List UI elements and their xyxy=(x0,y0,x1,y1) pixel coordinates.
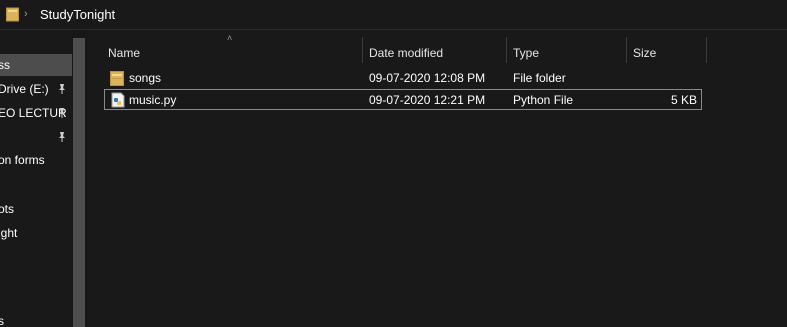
file-explorer-window: › StudyTonight ss Drive (E:) EO LECTUR o… xyxy=(0,0,787,327)
nav-item-forms[interactable]: on forms xyxy=(0,149,72,171)
column-divider[interactable] xyxy=(706,37,707,63)
nav-item-label: Drive (E:) xyxy=(0,82,49,96)
breadcrumb-studytonight[interactable]: StudyTonight xyxy=(40,7,115,22)
nav-item-screenshots[interactable]: ots xyxy=(0,198,72,220)
column-divider[interactable] xyxy=(506,37,507,63)
nav-item-label: ss xyxy=(0,58,10,72)
nav-item-label: on forms xyxy=(0,153,45,167)
file-size: 5 KB xyxy=(670,93,697,107)
file-name: music.py xyxy=(129,93,177,107)
file-row-songs[interactable]: songs 09-07-2020 12:08 PM File folder xyxy=(104,68,702,89)
column-header-date-modified[interactable]: Date modified xyxy=(369,43,443,63)
folder-icon xyxy=(6,7,19,22)
file-type: File folder xyxy=(513,71,566,85)
file-name: songs xyxy=(129,71,162,85)
address-bar[interactable]: › StudyTonight xyxy=(0,0,787,30)
python-file-icon xyxy=(111,92,125,108)
nav-item-video-lecture[interactable]: EO LECTUR xyxy=(0,102,72,124)
column-divider[interactable] xyxy=(626,37,627,63)
nav-item-label: ots xyxy=(0,202,15,216)
nav-item-bottom[interactable]: s xyxy=(0,310,72,327)
nav-item-quick-access[interactable]: ss xyxy=(0,54,72,76)
file-row-music-py[interactable]: music.py 09-07-2020 12:21 PM Python File… xyxy=(104,89,702,110)
nav-item-drive-e[interactable]: Drive (E:) xyxy=(0,78,72,100)
column-header-type[interactable]: Type xyxy=(513,43,539,63)
nav-item-label: s xyxy=(0,314,4,327)
file-date-modified: 09-07-2020 12:21 PM xyxy=(369,93,486,107)
nav-scrollbar-thumb[interactable] xyxy=(73,38,85,327)
column-header-name[interactable]: Name xyxy=(108,43,140,63)
file-list: ˄ Name Date modified Type Size songs 09-… xyxy=(90,30,787,327)
column-divider[interactable] xyxy=(362,37,363,63)
chevron-right-icon[interactable]: › xyxy=(24,8,28,20)
nav-item-pinned[interactable] xyxy=(0,126,72,148)
folder-icon xyxy=(110,71,124,86)
column-header-size[interactable]: Size xyxy=(633,43,656,63)
file-type: Python File xyxy=(513,93,574,107)
sort-ascending-icon: ˄ xyxy=(227,33,233,43)
file-date-modified: 09-07-2020 12:08 PM xyxy=(369,71,486,85)
pin-icon xyxy=(59,108,65,118)
nav-item-label: ight xyxy=(0,226,18,240)
navigation-pane: ss Drive (E:) EO LECTUR on forms ots ght… xyxy=(0,30,72,327)
pin-icon xyxy=(59,84,65,94)
pin-icon xyxy=(59,132,65,142)
nav-item-studytonight[interactable]: ight xyxy=(0,222,72,244)
nav-item-blank[interactable] xyxy=(0,173,72,195)
